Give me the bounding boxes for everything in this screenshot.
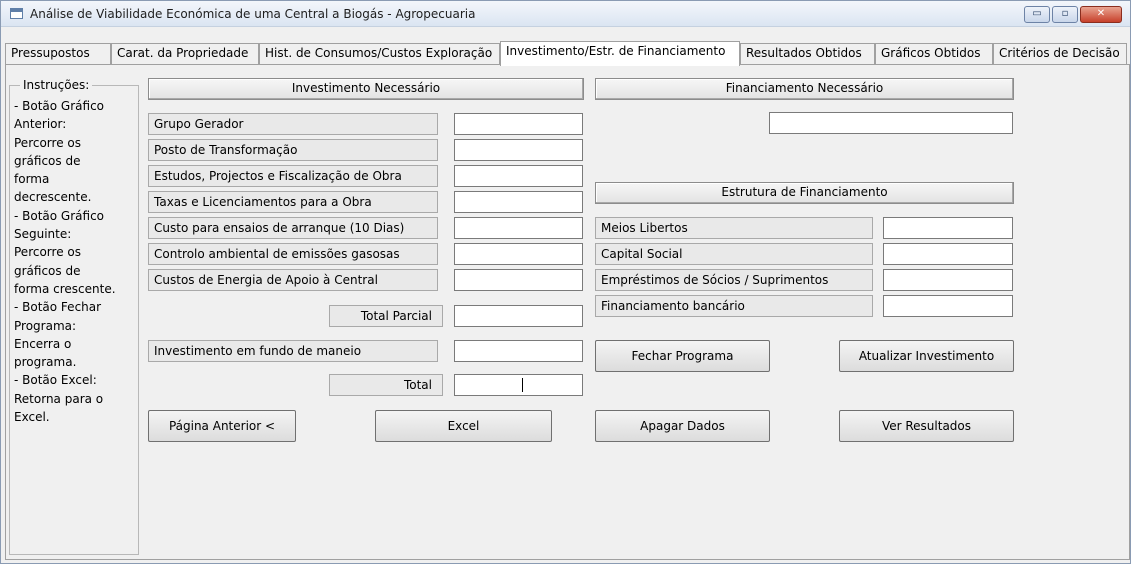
input-taxas-licenciamentos[interactable] <box>454 191 583 213</box>
input-posto-transformacao[interactable] <box>454 139 583 161</box>
input-total[interactable] <box>454 374 583 396</box>
excel-button[interactable]: Excel <box>375 410 552 442</box>
text-cursor <box>522 378 523 392</box>
window-title: Análise de Viabilidade Económica de uma … <box>30 7 476 21</box>
label-energia-apoio: Custos de Energia de Apoio à Central <box>148 269 438 291</box>
input-capital-social[interactable] <box>883 243 1013 265</box>
ver-resultados-button[interactable]: Ver Resultados <box>839 410 1014 442</box>
input-financiamento-necessario[interactable] <box>769 112 1013 134</box>
input-meios-libertos[interactable] <box>883 217 1013 239</box>
tab-hist-consumos[interactable]: Hist. de Consumos/Custos Exploração <box>259 43 500 65</box>
application-window: Análise de Viabilidade Económica de uma … <box>0 0 1131 564</box>
label-meios-libertos: Meios Libertos <box>595 217 873 239</box>
tab-pressupostos[interactable]: Pressupostos <box>5 43 111 65</box>
input-total-parcial[interactable] <box>454 305 583 327</box>
label-posto-transformacao: Posto de Transformação <box>148 139 438 161</box>
label-grupo-gerador: Grupo Gerador <box>148 113 438 135</box>
label-financiamento-bancario: Financiamento bancário <box>595 295 873 317</box>
close-icon[interactable]: ✕ <box>1080 6 1122 23</box>
label-ensaios-arranque: Custo para ensaios de arranque (10 Dias) <box>148 217 438 239</box>
label-fundo-maneio: Investimento em fundo de maneio <box>148 340 438 362</box>
tab-resultados[interactable]: Resultados Obtidos <box>740 43 875 65</box>
tab-investimento[interactable]: Investimento/Estr. de Financiamento <box>500 41 740 66</box>
label-total-parcial: Total Parcial <box>329 305 443 327</box>
maximize-icon[interactable]: ▫ <box>1052 6 1078 23</box>
input-fundo-maneio[interactable] <box>454 340 583 362</box>
investment-header[interactable]: Investimento Necessário <box>148 78 584 100</box>
label-emprestimos-socios: Empréstimos de Sócios / Suprimentos <box>595 269 873 291</box>
label-estudos-projectos: Estudos, Projectos e Fiscalização de Obr… <box>148 165 438 187</box>
tab-carat-propriedade[interactable]: Carat. da Propriedade <box>111 43 259 65</box>
tab-graficos[interactable]: Gráficos Obtidos <box>875 43 993 65</box>
minimize-icon[interactable]: ▭ <box>1024 6 1050 23</box>
pagina-anterior-button[interactable]: Página Anterior < <box>148 410 296 442</box>
tab-strip: Pressupostos Carat. da Propriedade Hist.… <box>5 41 1130 66</box>
input-grupo-gerador[interactable] <box>454 113 583 135</box>
tab-criterios[interactable]: Critérios de Decisão <box>993 43 1127 65</box>
instructions-title: Instruções: <box>20 78 93 92</box>
app-icon <box>10 8 23 19</box>
input-estudos-projectos[interactable] <box>454 165 583 187</box>
financing-structure-header[interactable]: Estrutura de Financiamento <box>595 182 1014 204</box>
atualizar-investimento-button[interactable]: Atualizar Investimento <box>839 340 1014 372</box>
fechar-programa-button[interactable]: Fechar Programa <box>595 340 770 372</box>
label-total: Total <box>329 374 443 396</box>
instructions-text: - Botão Gráfico Anterior: Percorre os gr… <box>14 99 116 425</box>
apagar-dados-button[interactable]: Apagar Dados <box>595 410 770 442</box>
label-controlo-ambiental: Controlo ambiental de emissões gasosas <box>148 243 438 265</box>
label-capital-social: Capital Social <box>595 243 873 265</box>
input-financiamento-bancario[interactable] <box>883 295 1013 317</box>
title-bar[interactable]: Análise de Viabilidade Económica de uma … <box>1 1 1130 27</box>
label-taxas-licenciamentos: Taxas e Licenciamentos para a Obra <box>148 191 438 213</box>
input-ensaios-arranque[interactable] <box>454 217 583 239</box>
input-energia-apoio[interactable] <box>454 269 583 291</box>
input-emprestimos-socios[interactable] <box>883 269 1013 291</box>
financing-header[interactable]: Financiamento Necessário <box>595 78 1014 100</box>
input-controlo-ambiental[interactable] <box>454 243 583 265</box>
